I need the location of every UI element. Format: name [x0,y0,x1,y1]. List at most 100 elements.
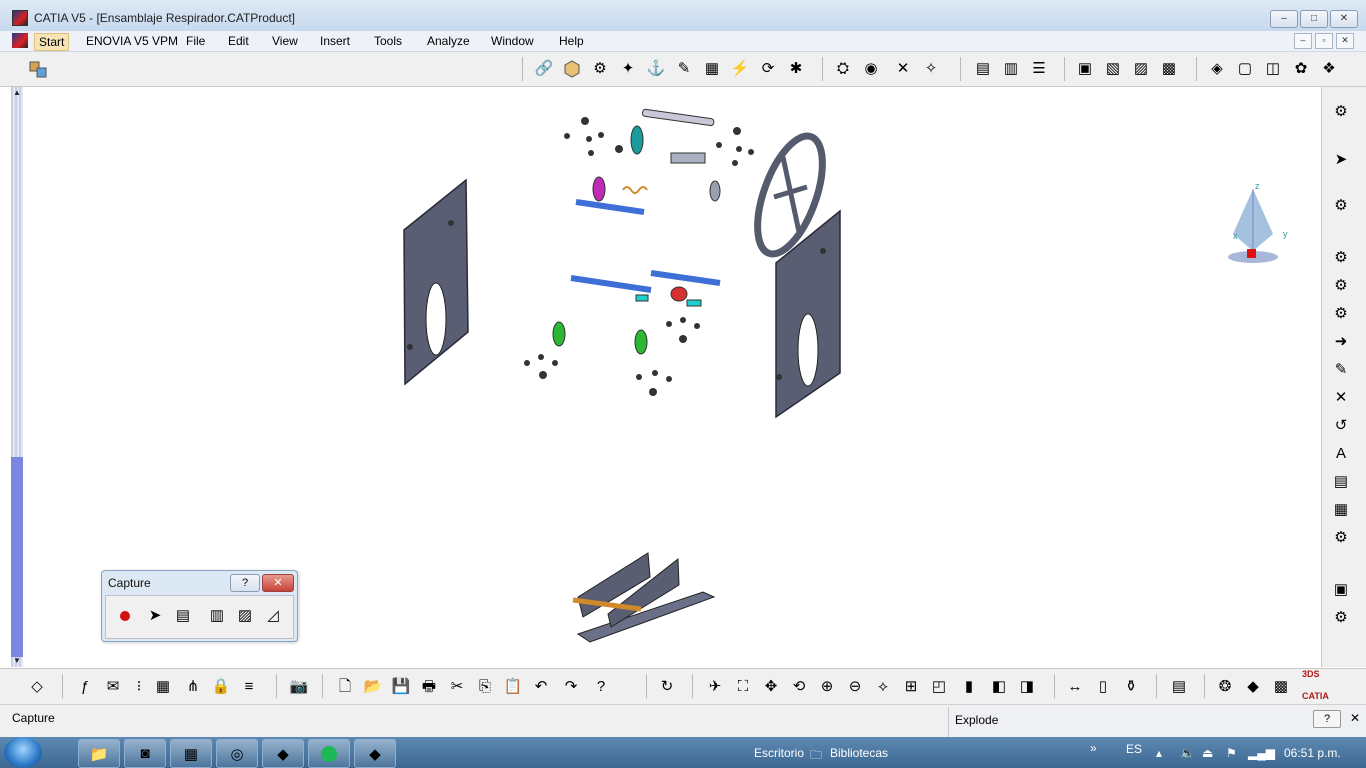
hierarchy-icon[interactable]: ⋔ [182,676,204,698]
annotation-icon[interactable]: ☰ [1028,58,1050,80]
windows-start-button[interactable] [4,737,42,768]
fit-all-icon[interactable]: ⛶ [732,676,754,698]
export-icon[interactable]: ➜ [1330,331,1352,353]
hide-show-icon[interactable]: ◧ [988,676,1010,698]
menu-file[interactable]: File [182,33,209,49]
taskbar-catia-1[interactable]: ◆ [262,739,304,768]
capture-help-button[interactable]: ? [230,574,260,592]
menu-enovia[interactable]: ENOVIA V5 VPM [82,33,182,49]
sectioning-icon[interactable]: ◉ [860,58,882,80]
formula-icon[interactable]: ƒ [74,676,96,698]
render-style-icon[interactable]: ◆ [1242,676,1264,698]
product-icon[interactable]: ▣ [1074,58,1096,80]
new-file-icon[interactable]: 🗋 [334,676,356,698]
measure-inertia-icon[interactable]: ⚱ [1120,676,1142,698]
left-scrollbar[interactable]: ▲ ▼ [11,87,23,667]
normal-view-icon[interactable]: ⟡ [872,676,894,698]
box-icon[interactable]: ◫ [1262,58,1284,80]
assembly-workbench-icon[interactable] [27,58,49,80]
record-icon[interactable] [114,605,136,627]
lock-icon[interactable]: 🔒 [210,676,232,698]
minimize-button[interactable]: – [1270,10,1298,28]
taskbar-explorer[interactable]: 📁 [78,739,120,768]
snap-icon[interactable]: ▦ [701,58,723,80]
scroll-down-arrow[interactable]: ▼ [11,655,23,667]
capture-select-icon[interactable]: ➤ [144,605,166,627]
close-button[interactable]: ✕ [1330,10,1358,28]
maximize-button[interactable]: □ [1300,10,1328,28]
save-icon[interactable]: 💾 [390,676,412,698]
equals-icon[interactable]: ≡ [238,676,260,698]
scroll-up-arrow[interactable]: ▲ [11,87,23,99]
catalog-icon[interactable]: ▧ [1102,58,1124,80]
frame-icon[interactable]: ▢ [1234,58,1256,80]
publication-icon[interactable]: ▨ [1130,58,1152,80]
bill-of-material-icon[interactable]: ▤ [972,58,994,80]
mdi-close-button[interactable]: ✕ [1336,33,1354,49]
select-icon[interactable]: ➤ [1330,149,1352,171]
render-icon[interactable]: ✿ [1290,58,1312,80]
menu-view[interactable]: View [268,33,302,49]
anchor-icon[interactable]: ⚓ [645,58,667,80]
menu-help[interactable]: Help [555,33,588,49]
coincidence-icon[interactable]: ✱ [785,58,807,80]
mdi-restore-button[interactable]: ▫ [1315,33,1333,49]
palette-icon[interactable]: ▩ [1270,676,1292,698]
swap-visible-icon[interactable]: ◨ [1016,676,1038,698]
update-icon[interactable]: ⟳ [757,58,779,80]
explode-icon[interactable]: ⚡ [729,58,751,80]
multi-instantiation-icon[interactable]: ✕ [1330,387,1352,409]
zoom-in-icon[interactable]: ⊕ [816,676,838,698]
whats-this-icon[interactable]: ? [590,676,612,698]
flexible-icon[interactable]: ▩ [1158,58,1180,80]
ruler-icon[interactable]: ◿ [262,605,284,627]
taskbar-chrome[interactable]: ◎ [216,739,258,768]
measure-icon[interactable]: ✧ [920,58,942,80]
volume-icon[interactable]: 🔈 [1180,746,1195,760]
select-gear-icon[interactable]: ⚙ [1330,195,1352,217]
catia-menu-icon[interactable] [12,33,28,48]
measure-between-icon[interactable]: ↔ [1064,676,1086,698]
manipulate-icon[interactable]: ✦ [617,58,639,80]
compass-widget[interactable]: z x y [1223,179,1293,269]
taskbar-chevron[interactable]: » [1090,741,1097,755]
camera-icon[interactable]: 📷 [288,676,310,698]
catalog-browser-icon[interactable]: ▤ [1168,676,1190,698]
component-gear-icon[interactable]: ⚙ [1330,247,1352,269]
paste-icon[interactable]: 📋 [502,676,524,698]
table-icon[interactable]: ▦ [152,676,174,698]
usb-icon[interactable]: ⏏ [1202,746,1213,760]
print-icon[interactable]: 🖶 [418,676,440,698]
network-icon[interactable]: ▂▄▆ [1248,746,1275,760]
taskbar-calculator[interactable]: ▦ [170,739,212,768]
rotate-icon[interactable]: ⟲ [788,676,810,698]
fix-together-icon[interactable]: ⚙ [1330,527,1352,549]
menu-window[interactable]: Window [487,33,538,49]
apply-material-icon[interactable]: ❂ [1214,676,1236,698]
album-icon[interactable]: ▥ [206,605,228,627]
text-icon[interactable]: A [1330,443,1352,465]
taskbar-bibliotecas[interactable]: Bibliotecas [830,746,888,760]
properties-icon[interactable]: ▣ [1330,579,1352,601]
replace-component-icon[interactable]: ⚙ [1330,275,1352,297]
cube-icon[interactable]: ◈ [1206,58,1228,80]
new-product-icon[interactable] [561,58,583,80]
menu-insert[interactable]: Insert [316,33,354,49]
menu-start[interactable]: Start [34,33,70,51]
gears-icon[interactable]: ⚙ [1330,101,1352,123]
generate-numbering-icon[interactable]: ▦ [1330,499,1352,521]
taskbar-catia-2[interactable]: ◆ [354,739,396,768]
scroll-thumb[interactable] [11,457,23,657]
tray-up-arrow-icon[interactable]: ▴ [1156,746,1162,760]
measure-item-icon[interactable]: ▯ [1092,676,1114,698]
clash-icon[interactable]: ⛭ [832,58,854,80]
tree-icon[interactable]: ▤ [1330,471,1352,493]
distance-icon[interactable]: ✕ [892,58,914,80]
fly-mode-icon[interactable]: ✈ [704,676,726,698]
flag-icon[interactable]: ⚑ [1226,746,1237,760]
explode-close-button[interactable]: ✕ [1345,710,1365,726]
explode-help-button[interactable]: ? [1313,710,1341,728]
taskbar-app-red[interactable]: ◙ [124,739,166,768]
taskbar-escritorio[interactable]: Escritorio [754,746,804,760]
reorder-icon[interactable]: ✎ [1330,359,1352,381]
